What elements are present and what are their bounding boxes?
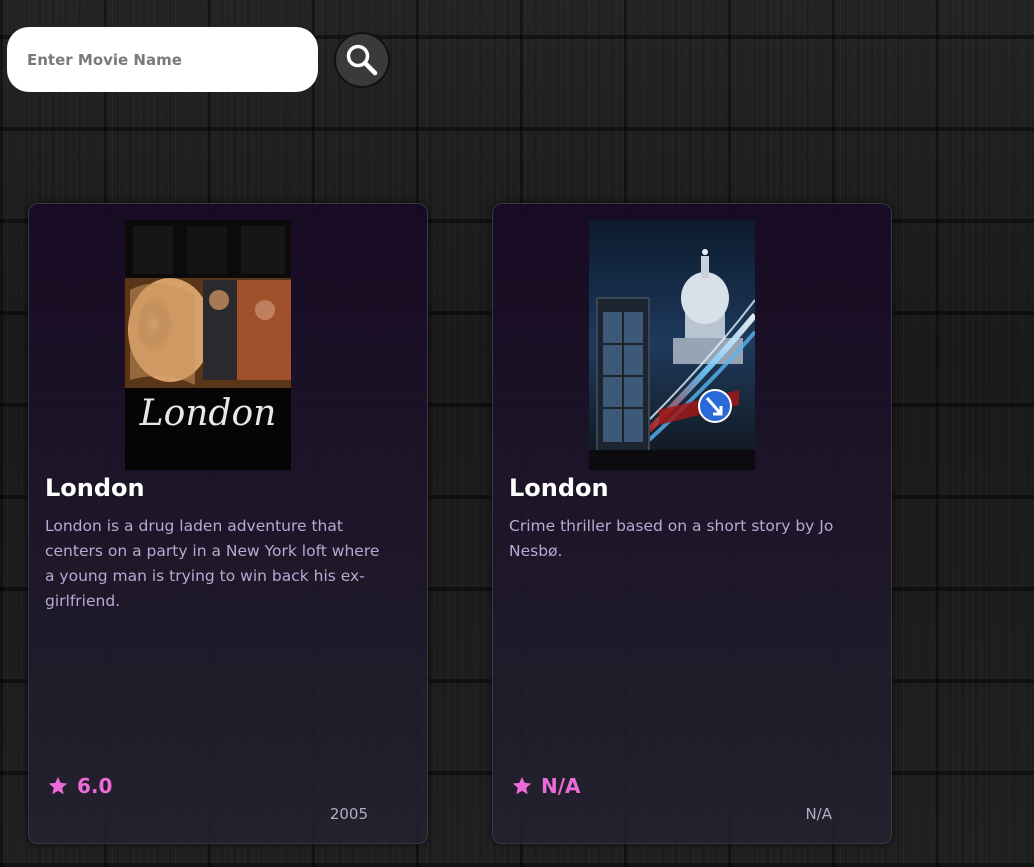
movie-description: Crime thriller based on a short story by… — [509, 517, 834, 560]
movie-description: London is a drug laden adventure that ce… — [45, 517, 380, 610]
movie-title: London — [509, 474, 609, 502]
search-button[interactable] — [334, 32, 390, 88]
search-icon — [346, 44, 378, 76]
star-icon — [48, 776, 68, 795]
movie-card[interactable]: London Crime thriller based on a short s… — [492, 203, 892, 844]
movie-card[interactable]: London London London is a drug laden adv… — [28, 203, 428, 844]
movie-year: N/A — [805, 805, 832, 823]
movie-poster: London — [125, 220, 291, 470]
rating-value: 6.0 — [77, 774, 113, 798]
poster-title-text: London — [139, 393, 277, 434]
movie-rating: 6.0 — [47, 774, 112, 798]
rating-value: N/A — [541, 774, 581, 798]
star-icon — [512, 776, 532, 795]
movie-poster — [589, 220, 755, 470]
movie-rating: N/A — [511, 774, 581, 798]
movie-year: 2005 — [329, 805, 368, 823]
search-input[interactable] — [7, 27, 318, 92]
movie-title: London — [45, 474, 145, 502]
